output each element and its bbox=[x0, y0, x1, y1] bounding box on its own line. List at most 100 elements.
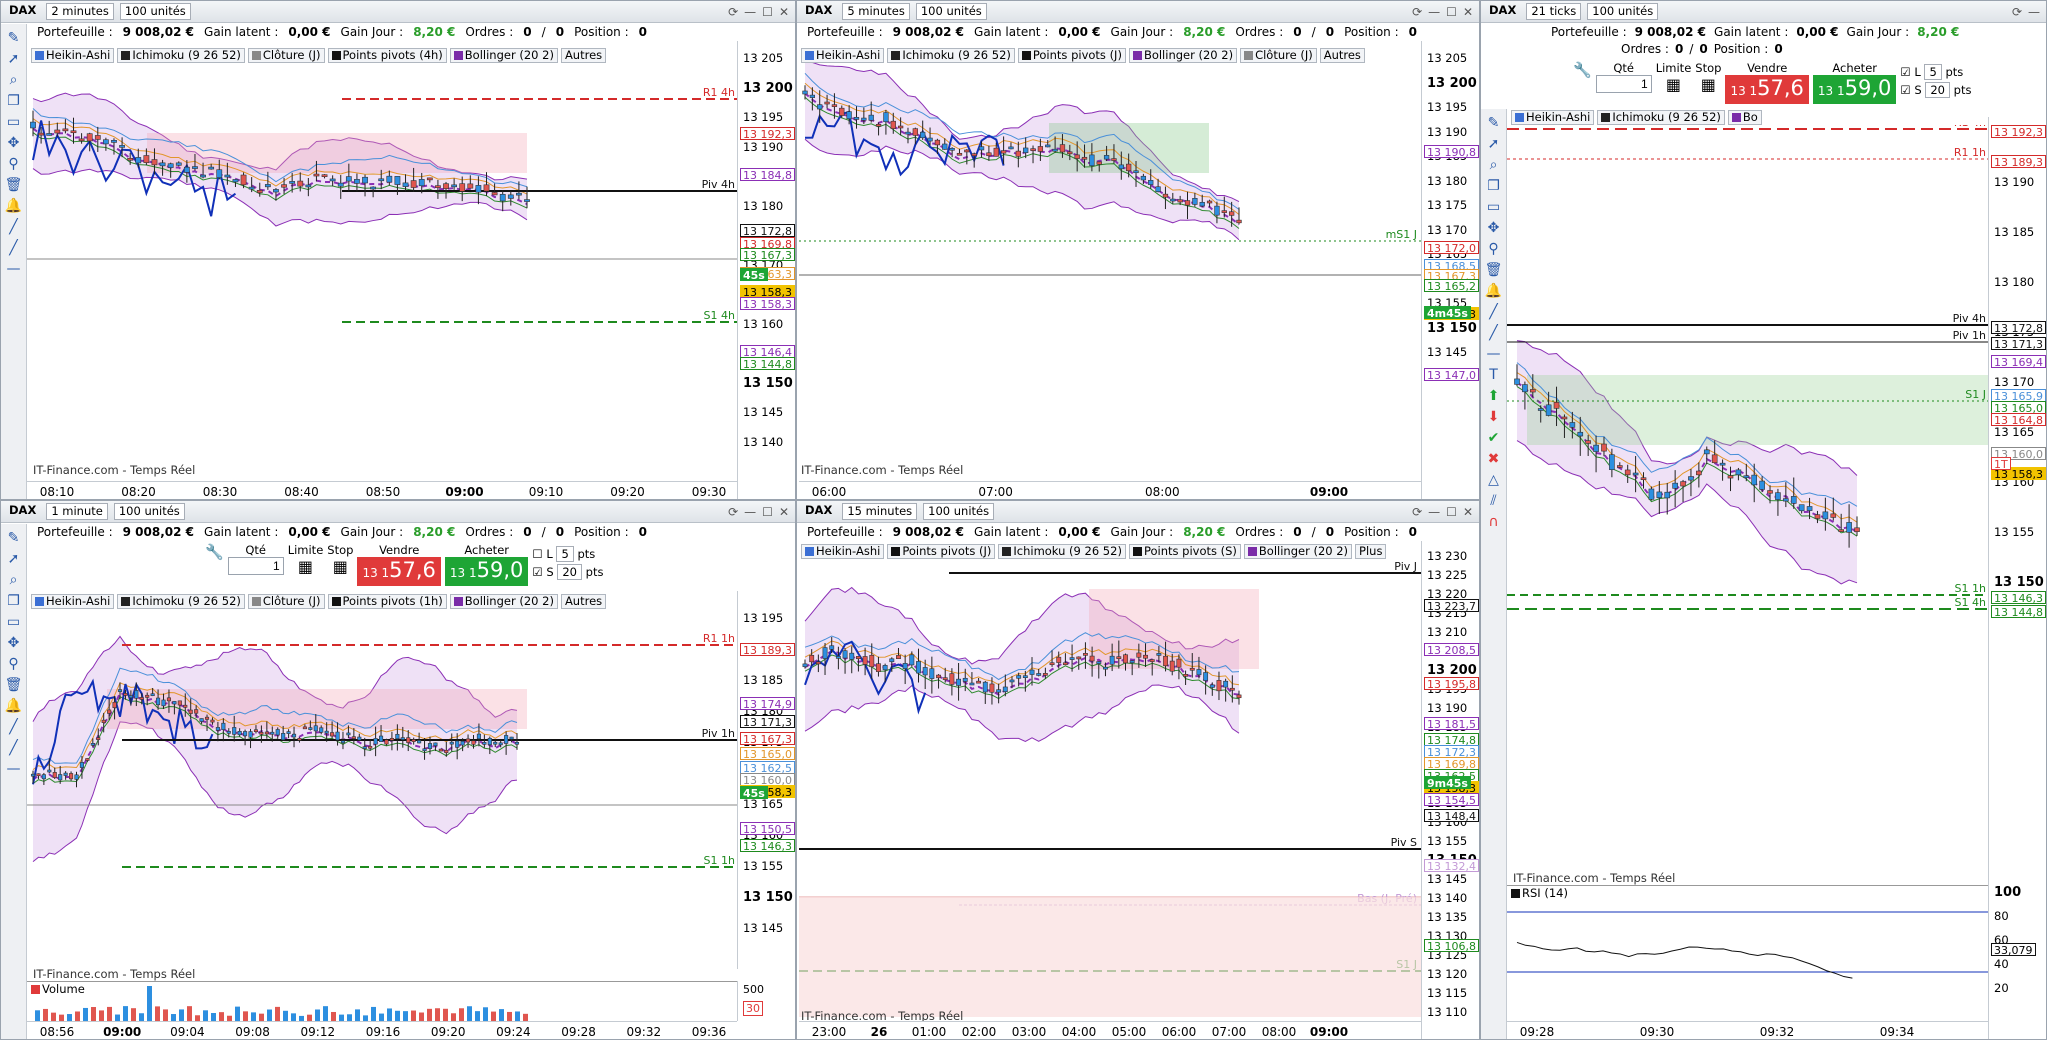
quantity-input[interactable] bbox=[1595, 75, 1652, 93]
L-input[interactable]: 5 bbox=[556, 546, 574, 562]
symbol-selector[interactable]: DAX bbox=[1485, 3, 1520, 20]
copy-icon[interactable]: ❐ bbox=[7, 593, 20, 609]
minimize-icon[interactable]: — bbox=[2028, 5, 2040, 19]
wrench-icon[interactable]: 🔧 bbox=[1573, 61, 1592, 79]
alert-icon[interactable]: 🔔 bbox=[5, 198, 22, 214]
refresh-icon[interactable]: ⟳ bbox=[728, 5, 738, 19]
move-icon[interactable]: ✥ bbox=[1488, 220, 1500, 236]
checkbox-L[interactable]: ☐ bbox=[532, 547, 542, 561]
checkbox-S[interactable]: ☑ bbox=[532, 565, 542, 579]
indicator-tag[interactable]: Autres bbox=[1319, 47, 1365, 63]
timeframe-selector[interactable]: 5 minutes bbox=[842, 3, 910, 20]
move-icon[interactable]: ✥ bbox=[8, 135, 20, 151]
trash-icon[interactable]: 🗑 bbox=[1485, 262, 1503, 278]
checkbox-S[interactable]: ☑ bbox=[1900, 83, 1910, 97]
trash-icon[interactable]: 🗑 bbox=[5, 677, 23, 693]
close-icon[interactable]: ✕ bbox=[1463, 505, 1473, 519]
magnet-icon[interactable]: ⚲ bbox=[8, 656, 18, 672]
magnet-icon[interactable]: ⚲ bbox=[8, 156, 18, 172]
zoom-icon[interactable]: ⌕ bbox=[10, 572, 18, 588]
hline-icon[interactable]: — bbox=[7, 261, 21, 277]
indicator-tag[interactable]: Points pivots (S) bbox=[1128, 543, 1241, 559]
stop-order-icon[interactable]: ▦ bbox=[333, 557, 348, 576]
minimize-icon[interactable]: — bbox=[1428, 505, 1440, 519]
units-selector[interactable]: 100 unités bbox=[119, 3, 191, 20]
cursor-icon[interactable]: ➚ bbox=[8, 551, 20, 567]
stop-order-icon[interactable]: ▦ bbox=[1701, 75, 1716, 94]
indicator-tag[interactable]: Points pivots (1h) bbox=[327, 593, 447, 609]
sell-button[interactable]: 13 157,6 bbox=[1725, 75, 1809, 104]
checkbox-L[interactable]: ☑ bbox=[1900, 65, 1910, 79]
line-icon[interactable]: ╱ bbox=[9, 740, 17, 756]
refresh-icon[interactable]: ⟳ bbox=[1412, 505, 1422, 519]
indicator-tag[interactable]: Bollinger (20 2) bbox=[1128, 47, 1238, 63]
indicator-tag[interactable]: Points pivots (4h) bbox=[327, 47, 447, 63]
S-input[interactable]: 20 bbox=[557, 564, 582, 580]
close-icon[interactable]: ✕ bbox=[1463, 5, 1473, 19]
cursor-icon[interactable]: ➚ bbox=[1488, 136, 1500, 152]
indicator-tag[interactable]: Clôture (J) bbox=[247, 47, 325, 63]
refresh-icon[interactable]: ⟳ bbox=[2012, 5, 2022, 19]
hline-icon[interactable]: — bbox=[7, 761, 21, 777]
timeframe-selector[interactable]: 21 ticks bbox=[1526, 3, 1582, 20]
indicator-tag[interactable]: Bo bbox=[1727, 109, 1762, 125]
symbol-selector[interactable]: DAX bbox=[801, 3, 836, 20]
check-icon[interactable]: ✔ bbox=[1488, 430, 1500, 446]
price-chart[interactable]: Piv JPiv SBas (J, Pré)S1 J bbox=[799, 559, 1421, 1017]
copy-icon[interactable]: ❐ bbox=[1487, 178, 1500, 194]
minimize-icon[interactable]: — bbox=[744, 5, 756, 19]
maximize-icon[interactable]: ☐ bbox=[1446, 505, 1457, 519]
indicator-tag[interactable]: Bollinger (20 2) bbox=[449, 593, 558, 609]
down-arrow-icon[interactable]: ⬇ bbox=[1488, 409, 1500, 425]
ruler-icon[interactable]: ▭ bbox=[1487, 199, 1500, 215]
wrench-icon[interactable]: 🔧 bbox=[205, 543, 224, 561]
magnet-icon[interactable]: ⚲ bbox=[1488, 241, 1498, 257]
trash-icon[interactable]: 🗑 bbox=[5, 177, 23, 193]
symbol-selector[interactable]: DAX bbox=[801, 503, 836, 520]
maximize-icon[interactable]: ☐ bbox=[762, 5, 773, 19]
sell-button[interactable]: 13 157,6 bbox=[357, 557, 441, 586]
indicator-tag[interactable]: Points pivots (J) bbox=[1017, 47, 1126, 63]
timeframe-selector[interactable]: 15 minutes bbox=[842, 503, 918, 520]
ruler-icon[interactable]: ▭ bbox=[7, 114, 20, 130]
limit-order-icon[interactable]: ▦ bbox=[298, 557, 313, 576]
minimize-icon[interactable]: — bbox=[1428, 5, 1440, 19]
indicator-tag[interactable]: Ichimoku (9 26 52) bbox=[1597, 109, 1725, 125]
indicator-tag[interactable]: Clôture (J) bbox=[1240, 47, 1317, 63]
units-selector[interactable]: 100 unités bbox=[923, 503, 995, 520]
minimize-icon[interactable]: — bbox=[744, 505, 756, 519]
indicator-tag[interactable]: Heikin-Ashi bbox=[31, 593, 115, 609]
cursor-icon[interactable]: ➚ bbox=[8, 51, 20, 67]
magnet-icon[interactable]: ∩ bbox=[1488, 514, 1498, 530]
indicator-tag[interactable]: Autres bbox=[560, 47, 607, 63]
close-icon[interactable]: ✕ bbox=[779, 5, 789, 19]
indicator-tag[interactable]: Bollinger (20 2) bbox=[449, 47, 558, 63]
indicator-tag[interactable]: Ichimoku (9 26 52) bbox=[998, 543, 1126, 559]
quantity-input[interactable] bbox=[227, 557, 284, 575]
limit-order-icon[interactable]: ▦ bbox=[1666, 75, 1681, 94]
pencil-icon[interactable]: ✎ bbox=[8, 530, 20, 546]
symbol-selector[interactable]: DAX bbox=[5, 503, 40, 520]
alert-icon[interactable]: 🔔 bbox=[5, 698, 22, 714]
rsi-chart[interactable] bbox=[1507, 902, 1990, 1020]
channel-icon[interactable]: ⫽ bbox=[1490, 493, 1496, 509]
indicator-tag[interactable]: Heikin-Ashi bbox=[801, 47, 885, 63]
indicator-tag[interactable]: Ichimoku (9 26 52) bbox=[887, 47, 1015, 63]
pencil-icon[interactable]: ✎ bbox=[8, 30, 20, 46]
cross-icon[interactable]: ✖ bbox=[1488, 451, 1500, 467]
indicator-tag[interactable]: Ichimoku (9 26 52) bbox=[117, 47, 245, 63]
line-icon[interactable]: ╱ bbox=[1489, 304, 1497, 320]
timeframe-selector[interactable]: 1 minute bbox=[46, 503, 108, 520]
maximize-icon[interactable]: ☐ bbox=[1446, 5, 1457, 19]
indicator-tag[interactable]: Heikin-Ashi bbox=[1511, 109, 1595, 125]
units-selector[interactable]: 100 unités bbox=[1587, 3, 1659, 20]
hline-icon[interactable]: — bbox=[1487, 346, 1501, 362]
price-chart[interactable]: mS1 J bbox=[799, 63, 1421, 481]
pencil-icon[interactable]: ✎ bbox=[1488, 115, 1500, 131]
price-chart[interactable]: R1 4h R1 1h Piv 4h Piv 1h S1 J S1 1hS1 4h bbox=[1507, 125, 1990, 865]
units-selector[interactable]: 100 unités bbox=[113, 503, 185, 520]
timeframe-selector[interactable]: 2 minutes bbox=[46, 3, 114, 20]
ruler-icon[interactable]: ▭ bbox=[7, 614, 20, 630]
move-icon[interactable]: ✥ bbox=[8, 635, 20, 651]
indicator-tag[interactable]: Autres bbox=[560, 593, 607, 609]
